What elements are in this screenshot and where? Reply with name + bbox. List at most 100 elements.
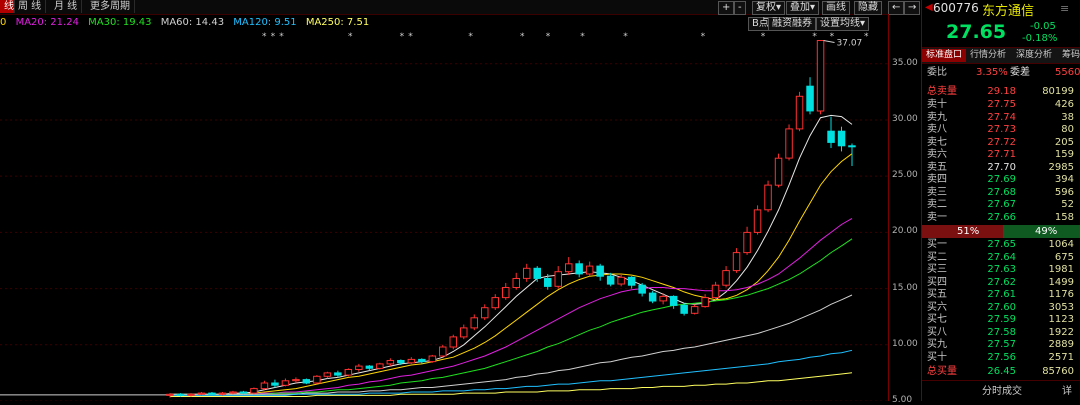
tab-time-sales[interactable]: 分时成交 xyxy=(982,382,1022,397)
candle[interactable] xyxy=(627,276,636,286)
candle[interactable] xyxy=(544,278,552,287)
candle[interactable] xyxy=(753,209,762,233)
ask-row[interactable]: 卖五 27.70 2985 xyxy=(922,162,1080,174)
candle[interactable] xyxy=(606,275,615,285)
candle[interactable] xyxy=(711,284,720,299)
event-marker[interactable]: * xyxy=(546,32,551,42)
scroll-left-button[interactable]: ← xyxy=(888,1,905,15)
candle[interactable] xyxy=(732,252,741,272)
event-marker[interactable]: * xyxy=(468,32,473,42)
bid-row[interactable]: 买六 27.60 3053 xyxy=(922,302,1080,314)
overlay-button[interactable]: 叠加▾ xyxy=(786,1,820,15)
candle[interactable] xyxy=(806,85,814,112)
bid-row[interactable]: 买二 27.64 675 xyxy=(922,252,1080,264)
candle[interactable] xyxy=(774,157,783,186)
zoom-out-button[interactable]: - xyxy=(734,1,746,15)
candle[interactable] xyxy=(701,297,709,308)
candle[interactable] xyxy=(176,393,185,396)
event-marker[interactable]: * xyxy=(761,32,766,42)
candle[interactable] xyxy=(218,392,227,395)
candle[interactable] xyxy=(491,297,499,309)
candle[interactable] xyxy=(617,276,625,285)
bid-row[interactable]: 买一 27.65 1064 xyxy=(922,239,1080,251)
candle[interactable] xyxy=(638,284,646,294)
tab-market-analysis[interactable]: 行情分析 xyxy=(970,49,1006,62)
candle[interactable] xyxy=(292,379,300,382)
candle[interactable] xyxy=(418,358,426,363)
candle[interactable] xyxy=(439,346,447,357)
event-marker[interactable]: * xyxy=(408,32,413,42)
event-marker[interactable]: * xyxy=(279,32,284,42)
candle[interactable] xyxy=(848,145,856,148)
bid-row[interactable]: 买四 27.62 1499 xyxy=(922,277,1080,289)
event-marker[interactable]: * xyxy=(623,32,628,42)
candle[interactable] xyxy=(344,369,353,376)
candle[interactable] xyxy=(481,307,489,319)
ask-row[interactable]: 卖一 27.66 158 xyxy=(922,212,1080,224)
rights-button[interactable]: 复权▾ xyxy=(752,1,786,15)
candle[interactable] xyxy=(533,267,541,279)
candle[interactable] xyxy=(365,365,374,369)
candle[interactable] xyxy=(554,271,562,287)
ask-row[interactable]: 卖八 27.73 80 xyxy=(922,124,1080,136)
candle[interactable] xyxy=(680,304,688,314)
candle[interactable] xyxy=(281,380,290,386)
event-marker[interactable]: * xyxy=(864,32,869,42)
candlestick-chart[interactable]: 37.07***************** xyxy=(0,30,888,401)
ask-row[interactable]: 卖二 27.67 52 xyxy=(922,199,1080,211)
candle[interactable] xyxy=(355,365,363,371)
event-marker[interactable]: * xyxy=(262,32,267,42)
candle[interactable] xyxy=(187,393,195,396)
candle[interactable] xyxy=(648,292,657,302)
candle[interactable] xyxy=(428,355,437,363)
menu-icon[interactable]: ≡ xyxy=(1060,2,1069,15)
event-marker[interactable]: * xyxy=(271,32,276,42)
candle[interactable] xyxy=(585,265,594,275)
event-marker[interactable]: * xyxy=(348,32,353,42)
ask-row[interactable]: 卖七 27.72 205 xyxy=(922,137,1080,149)
candle[interactable] xyxy=(827,130,835,143)
margin-trading-button[interactable]: 融资融券 xyxy=(768,17,816,31)
bid-row[interactable]: 买十 27.56 2571 xyxy=(922,352,1080,364)
candle[interactable] xyxy=(386,360,395,365)
event-marker[interactable]: * xyxy=(701,32,706,42)
candle[interactable] xyxy=(669,295,678,306)
candle[interactable] xyxy=(837,130,846,147)
candle[interactable] xyxy=(512,278,520,288)
tab-chips[interactable]: 筹码 xyxy=(1062,49,1080,62)
candle[interactable] xyxy=(166,393,174,396)
candle[interactable] xyxy=(260,382,269,390)
tab-standard-orderbook[interactable]: 标准盘口 xyxy=(922,49,966,62)
bid-row[interactable]: 买八 27.58 1922 xyxy=(922,327,1080,339)
candle[interactable] xyxy=(795,95,804,130)
bid-row[interactable]: 买五 27.61 1176 xyxy=(922,289,1080,301)
ask-row[interactable]: 卖九 27.74 38 xyxy=(922,112,1080,124)
event-marker[interactable]: * xyxy=(580,32,585,42)
candle[interactable] xyxy=(523,267,531,279)
event-marker[interactable]: * xyxy=(400,32,405,42)
candle[interactable] xyxy=(764,184,772,211)
candle[interactable] xyxy=(743,231,751,254)
ask-row[interactable]: 卖十 27.75 426 xyxy=(922,99,1080,111)
bid-row[interactable]: 买七 27.59 1123 xyxy=(922,314,1080,326)
candle[interactable] xyxy=(334,372,342,376)
ask-row[interactable]: 卖六 27.71 159 xyxy=(922,149,1080,161)
tab-monthly[interactable]: 月 线 xyxy=(50,0,83,13)
ask-row[interactable]: 卖三 27.68 596 xyxy=(922,187,1080,199)
hide-button[interactable]: 隐藏 xyxy=(854,1,882,15)
event-marker[interactable]: * xyxy=(520,32,525,42)
candle[interactable] xyxy=(302,379,311,384)
candle[interactable] xyxy=(271,382,279,386)
candle[interactable] xyxy=(239,391,248,394)
candle[interactable] xyxy=(397,360,405,364)
tab-more-periods[interactable]: 更多周期 xyxy=(86,0,135,13)
ask-row[interactable]: 卖四 27.69 394 xyxy=(922,174,1080,186)
candle[interactable] xyxy=(502,287,510,299)
candle[interactable] xyxy=(449,336,457,348)
candle[interactable] xyxy=(659,295,667,302)
tab-deep-analysis[interactable]: 深度分析 xyxy=(1016,49,1052,62)
candle[interactable] xyxy=(785,128,793,159)
candle[interactable] xyxy=(313,375,321,384)
candle[interactable] xyxy=(596,265,604,277)
candle[interactable] xyxy=(690,306,699,314)
